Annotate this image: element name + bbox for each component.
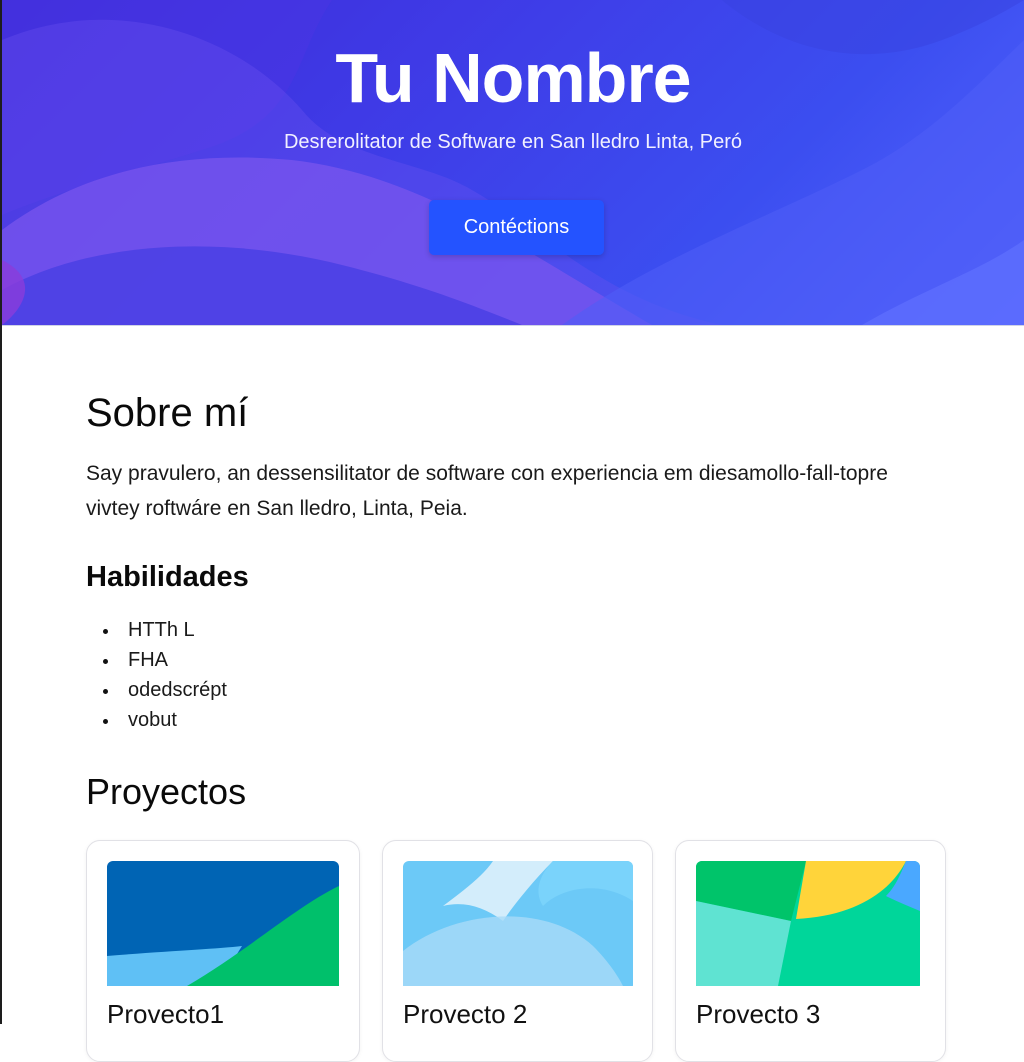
- project-3-title: Provecto 3: [696, 999, 821, 1029]
- skill-item: vobut: [86, 705, 227, 735]
- skill-item: FHA: [86, 645, 227, 675]
- project-card-1[interactable]: Provecto1: [86, 840, 360, 1062]
- skill-item: odedscrépt: [86, 675, 227, 705]
- page-title: Tu Nombre: [335, 39, 691, 117]
- projects-heading: Proyectos: [86, 771, 247, 812]
- hero-banner: Tu Nombre Desrerolitator de Software en …: [2, 0, 1024, 326]
- project-2-image: [403, 861, 633, 991]
- skill-item: HTTh L: [86, 615, 227, 645]
- about-heading: Sobre mí: [86, 391, 249, 435]
- project-1-image: [107, 861, 339, 991]
- project-card-2[interactable]: Provecto 2: [382, 840, 653, 1062]
- skills-list: HTTh L FHA odedscrépt vobut: [86, 615, 227, 735]
- contact-button[interactable]: Contéctions: [429, 200, 604, 255]
- project-2-title: Provecto 2: [403, 999, 528, 1029]
- hero-subtitle: Desrerolitator de Software en San lledro…: [283, 131, 743, 153]
- skills-heading: Habilidades: [86, 561, 249, 593]
- project-1-title: Provecto1: [107, 999, 225, 1029]
- about-text: Say pravulero, an dessensilitator de sof…: [86, 462, 888, 520]
- project-card-3[interactable]: Provecto 3: [675, 840, 946, 1062]
- project-3-image: [696, 861, 920, 991]
